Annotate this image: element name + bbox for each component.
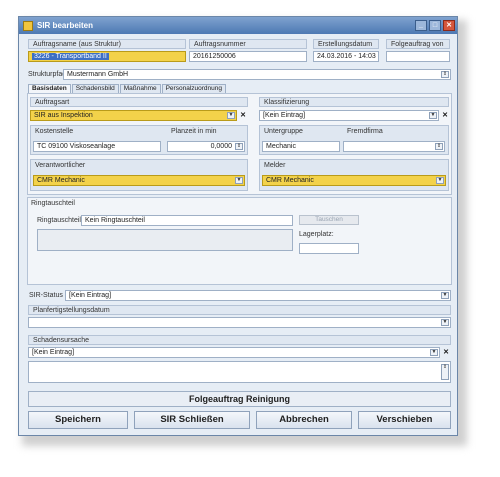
fremdfirma-label: Fremdfirma: [347, 128, 383, 135]
verschieben-button[interactable]: Verschieben: [358, 411, 451, 429]
untergruppe-field[interactable]: Mechanic: [262, 141, 340, 152]
verantwortlicher-chevron-down-icon[interactable]: ▼: [235, 177, 243, 184]
klassifizierung-clear-icon[interactable]: ✕: [441, 111, 449, 120]
planzeit-spin-icon[interactable]: ⇕: [235, 143, 243, 150]
minimize-icon[interactable]: _: [415, 20, 427, 31]
ringtauschteil-label: Ringtauschteil:: [37, 217, 83, 224]
sir-status-label: SIR-Status: [29, 292, 63, 299]
folgeauftrag-label: Folgeauftrag von: [386, 39, 450, 49]
kostenstelle-label: Kostenstelle: [35, 128, 74, 135]
lagerplatz-label: Lagerplatz:: [299, 231, 334, 238]
strukturpfad-label: Strukturpfad: [28, 71, 67, 78]
planzeit-value: 0,0000: [210, 143, 232, 150]
verantwortlicher-value: CMR Mechanic: [37, 177, 85, 184]
title-bar[interactable]: SIR bearbeiten _ □ ✕: [19, 17, 457, 34]
folgeauftrag-reinigung-button[interactable]: Folgeauftrag Reinigung: [28, 391, 451, 407]
kostenstelle-field[interactable]: TC 09100 Viskoseanlage: [33, 141, 161, 152]
strukturpfad-value: Mustermann GmbH: [67, 71, 129, 78]
klassifizierung-label: Klassifizierung: [259, 97, 449, 107]
ringtauschteil-section-label: Ringtauschteil: [31, 200, 75, 207]
lagerplatz-field[interactable]: [299, 243, 359, 254]
klassifizierung-chevron-down-icon[interactable]: ▼: [429, 112, 437, 119]
klassifizierung-value: [Kein Eintrag]: [263, 112, 306, 119]
schadensursache-clear-icon[interactable]: ✕: [442, 348, 450, 357]
speichern-button[interactable]: Speichern: [28, 411, 128, 429]
auftragsart-clear-icon[interactable]: ✕: [239, 111, 247, 120]
auftragsname-label: Auftragsname (aus Struktur): [28, 39, 186, 49]
melder-select[interactable]: CMR Mechanic ▼: [262, 175, 446, 186]
schadensursache-select[interactable]: [Kein Eintrag] ▼: [28, 347, 440, 358]
tab-schadensbild[interactable]: Schadensbild: [71, 84, 119, 93]
melder-chevron-down-icon[interactable]: ▼: [436, 177, 444, 184]
planzeit-label: Planzeit in min: [171, 128, 217, 135]
sir-status-value: [Kein Eintrag]: [69, 292, 112, 299]
abbrechen-button[interactable]: Abbrechen: [256, 411, 352, 429]
melder-label: Melder: [264, 162, 286, 169]
app-icon: [23, 20, 33, 31]
verantwortlicher-select[interactable]: CMR Mechanic ▼: [33, 175, 245, 186]
erstellungsdatum-field[interactable]: 24.03.2016 - 14:03: [313, 51, 379, 62]
fremdfirma-spin-icon[interactable]: ⇕: [435, 143, 443, 150]
untergruppe-label: Untergruppe: [264, 128, 303, 135]
ringtauschteil-detail-box: [37, 229, 293, 251]
auftragsnummer-field[interactable]: 20161250006: [189, 51, 307, 62]
sir-edit-window: SIR bearbeiten _ □ ✕ Auftragsname (aus S…: [18, 16, 458, 436]
melder-value: CMR Mechanic: [266, 177, 314, 184]
schadensursache-label: Schadensursache: [28, 335, 451, 345]
planfertigstellung-label: Planfertigstellungsdatum: [28, 305, 451, 315]
maximize-icon[interactable]: □: [429, 20, 441, 31]
auftragsart-label: Auftragsart: [30, 97, 248, 107]
auftragsart-value: SIR aus Inspektion: [34, 112, 93, 119]
auftragsname-value: 3226 - Transportband II: [32, 53, 109, 60]
tab-personalzuordnung[interactable]: Personalzuordnung: [161, 84, 226, 93]
sir-status-select[interactable]: [Kein Eintrag] ▼: [65, 290, 451, 301]
tab-basisdaten[interactable]: Basisdaten: [28, 84, 71, 93]
tab-bar: Basisdaten Schadensbild Maßnahme Persona…: [28, 84, 226, 93]
auftragsname-field[interactable]: 3226 - Transportband II: [28, 51, 186, 62]
tab-massnahme[interactable]: Maßnahme: [119, 84, 161, 93]
tauschen-button[interactable]: Tauschen: [299, 215, 359, 225]
schadensursache-value: [Kein Eintrag]: [32, 349, 75, 356]
auftragsart-select[interactable]: SIR aus Inspektion ▼: [30, 110, 237, 121]
folgeauftrag-field[interactable]: [386, 51, 450, 62]
auftragsnummer-label: Auftragsnummer: [189, 39, 307, 49]
klassifizierung-select[interactable]: [Kein Eintrag] ▼: [259, 110, 439, 121]
planfertigstellung-chevron-down-icon[interactable]: ▼: [441, 319, 449, 326]
strukturpfad-field[interactable]: Mustermann GmbH ⇕: [63, 69, 451, 80]
verantwortlicher-label: Verantwortlicher: [35, 162, 86, 169]
planzeit-field[interactable]: 0,0000 ⇕: [167, 141, 245, 152]
auftragsart-chevron-down-icon[interactable]: ▼: [227, 112, 235, 119]
planfertigstellung-field[interactable]: ▼: [28, 317, 451, 328]
close-icon[interactable]: ✕: [443, 20, 455, 31]
window-title: SIR bearbeiten: [37, 21, 94, 30]
fremdfirma-field[interactable]: ⇕: [343, 141, 445, 152]
sir-schliessen-button[interactable]: SIR Schließen: [134, 411, 250, 429]
sir-status-chevron-down-icon[interactable]: ▼: [441, 292, 449, 299]
ringtauschteil-field[interactable]: Kein Ringtauschteil: [81, 215, 293, 226]
schadensursache-scroll-icon[interactable]: ⇕: [441, 364, 449, 380]
strukturpfad-spin-icon[interactable]: ⇕: [441, 71, 449, 78]
schadensursache-notes[interactable]: ⇕: [28, 361, 451, 383]
erstellungsdatum-label: Erstellungsdatum: [313, 39, 379, 49]
schadensursache-chevron-down-icon[interactable]: ▼: [430, 349, 438, 356]
